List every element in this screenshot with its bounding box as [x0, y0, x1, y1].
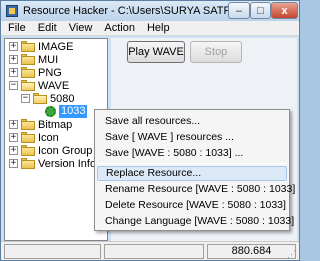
tree-item-icon-group[interactable]: + Icon Group: [9, 144, 92, 157]
expand-icon[interactable]: +: [9, 146, 18, 155]
folder-icon: [21, 41, 35, 52]
expand-icon[interactable]: +: [9, 120, 18, 129]
tree-item-5080[interactable]: − 5080: [21, 92, 74, 105]
folder-icon: [21, 132, 35, 143]
status-size: 880.684: [207, 244, 296, 259]
expand-icon[interactable]: +: [9, 55, 18, 64]
status-cell: [104, 244, 204, 259]
collapse-icon[interactable]: −: [21, 94, 30, 103]
tree-item-bitmap[interactable]: + Bitmap: [9, 118, 72, 131]
tree-item-mui[interactable]: + MUI: [9, 53, 58, 66]
folder-icon: [21, 67, 35, 78]
resource-hacker-window: Resource Hacker - C:\Users\SURYA SATRIA\…: [0, 0, 300, 261]
open-folder-icon: [21, 80, 35, 91]
tree-item-label: Bitmap: [38, 118, 73, 131]
expand-icon[interactable]: +: [9, 68, 18, 77]
tree-item-1033[interactable]: 1033: [45, 105, 88, 118]
tree-item-label: Version Info: [38, 157, 97, 170]
context-menu: Save all resources... Save [ WAVE ] reso…: [94, 109, 295, 231]
tree-item-icon[interactable]: + Icon: [9, 131, 59, 144]
status-bar: 880.684 ⋰: [1, 241, 299, 260]
menu-file[interactable]: File: [1, 21, 32, 36]
tree-item-label: Icon: [38, 131, 59, 144]
resize-grip-icon[interactable]: ⋰: [287, 249, 297, 259]
tree-item-label: WAVE: [38, 79, 70, 92]
resource-tree[interactable]: + IMAGE + MUI + PNG − WAVE − 5080 1033 +…: [4, 38, 108, 241]
expand-icon[interactable]: +: [9, 133, 18, 142]
folder-icon: [21, 158, 35, 169]
folder-icon: [21, 145, 35, 156]
menu-item-rename-resource[interactable]: Rename Resource [WAVE : 5080 : 1033]: [97, 182, 295, 197]
menu-bar: File Edit View Action Help: [1, 21, 299, 36]
tree-item-label: 1033: [59, 105, 88, 118]
menu-item-replace-resource[interactable]: Replace Resource...: [97, 166, 287, 181]
menu-edit[interactable]: Edit: [32, 21, 63, 36]
expand-icon[interactable]: +: [9, 159, 18, 168]
menu-help[interactable]: Help: [141, 21, 176, 36]
tree-item-label: IMAGE: [38, 40, 74, 53]
stop-button[interactable]: Stop: [190, 41, 242, 63]
open-folder-icon: [33, 93, 47, 104]
tree-item-png[interactable]: + PNG: [9, 66, 62, 79]
menu-item-save-wave[interactable]: Save [ WAVE ] resources ...: [97, 130, 287, 145]
menu-item-save-all[interactable]: Save all resources...: [97, 114, 287, 129]
menu-view[interactable]: View: [63, 21, 99, 36]
folder-icon: [21, 119, 35, 130]
window-title: Resource Hacker - C:\Users\SURYA SATRIA\…: [23, 5, 238, 17]
tree-item-image[interactable]: + IMAGE: [9, 40, 73, 53]
status-cell: [4, 244, 101, 259]
tree-item-label: Icon Group: [38, 144, 93, 157]
folder-icon: [21, 54, 35, 65]
menu-separator: [98, 163, 286, 164]
title-bar[interactable]: Resource Hacker - C:\Users\SURYA SATRIA\…: [1, 1, 299, 21]
expand-icon[interactable]: +: [9, 42, 18, 51]
tree-item-version-info[interactable]: + Version Info: [9, 157, 96, 170]
app-icon: [4, 3, 20, 19]
play-wave-button[interactable]: Play WAVE: [127, 41, 185, 63]
menu-action[interactable]: Action: [98, 21, 141, 36]
tree-item-wave[interactable]: − WAVE: [9, 79, 69, 92]
tree-item-label: MUI: [38, 53, 59, 66]
maximize-button[interactable]: □: [250, 2, 271, 19]
close-button[interactable]: x: [271, 2, 298, 19]
menu-item-delete-resource[interactable]: Delete Resource [WAVE : 5080 : 1033]: [97, 198, 287, 213]
tree-item-label: 5080: [50, 92, 75, 105]
minimize-button[interactable]: –: [228, 2, 250, 19]
menu-item-change-language[interactable]: Change Language [WAVE : 5080 : 1033]: [97, 214, 294, 229]
menu-item-save-resource[interactable]: Save [WAVE : 5080 : 1033] ...: [97, 146, 287, 161]
gear-icon: [45, 106, 56, 117]
collapse-icon[interactable]: −: [9, 81, 18, 90]
tree-item-label: PNG: [38, 66, 62, 79]
